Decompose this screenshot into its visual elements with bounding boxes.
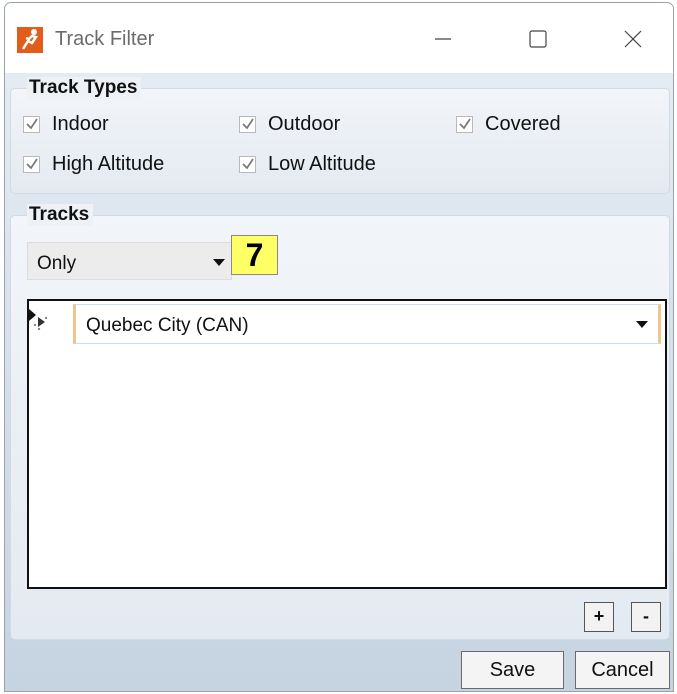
title-bar: Track Filter — [5, 3, 673, 73]
indoor-label: Indoor — [52, 112, 109, 135]
save-button[interactable]: Save — [461, 651, 564, 689]
track-list: Quebec City (CAN) — [27, 299, 667, 589]
track-select[interactable]: Quebec City (CAN) — [73, 304, 661, 344]
maximize-button[interactable] — [510, 17, 566, 61]
tracks-group: Tracks Only 7 Quebec City (CAN) + - — [10, 204, 670, 640]
checkmark-icon — [239, 115, 256, 133]
track-types-group: Track Types Indoor Outdoor Covered High … — [10, 77, 670, 194]
checkmark-icon — [456, 115, 473, 133]
cancel-button[interactable]: Cancel — [575, 651, 670, 689]
window-title: Track Filter — [55, 28, 155, 50]
minimize-button[interactable] — [415, 17, 471, 61]
track-types-header: Track Types — [27, 77, 142, 99]
row-selector-icon[interactable] — [27, 307, 55, 333]
high-altitude-checkbox[interactable]: High Altitude — [23, 151, 164, 177]
chevron-down-icon — [213, 259, 225, 266]
chevron-down-icon — [636, 321, 648, 328]
tracks-header: Tracks — [27, 204, 94, 226]
close-button[interactable] — [605, 17, 661, 61]
outdoor-checkbox[interactable]: Outdoor — [239, 111, 340, 137]
checkmark-icon — [23, 115, 40, 133]
indoor-checkbox[interactable]: Indoor — [23, 111, 109, 137]
track-filter-window: Track Filter Track Types Indoor Outdoor … — [4, 2, 674, 692]
track-select-value: Quebec City (CAN) — [86, 315, 249, 336]
outdoor-label: Outdoor — [268, 112, 341, 135]
add-track-button[interactable]: + — [584, 602, 614, 632]
track-filter-mode-select[interactable]: Only — [27, 242, 232, 280]
checkmark-icon — [239, 155, 256, 173]
remove-track-button[interactable]: - — [631, 602, 661, 632]
high-altitude-label: High Altitude — [52, 152, 165, 175]
low-altitude-label: Low Altitude — [268, 152, 376, 175]
maximize-icon — [529, 30, 547, 48]
low-altitude-checkbox[interactable]: Low Altitude — [239, 151, 376, 177]
filter-mode-value: Only — [37, 253, 77, 274]
checkmark-icon — [23, 155, 40, 173]
close-icon — [624, 30, 642, 48]
covered-checkbox[interactable]: Covered — [456, 111, 561, 137]
covered-label: Covered — [485, 112, 561, 135]
minimize-icon — [435, 38, 451, 40]
app-icon — [17, 27, 43, 53]
track-count-badge: 7 — [231, 235, 278, 275]
